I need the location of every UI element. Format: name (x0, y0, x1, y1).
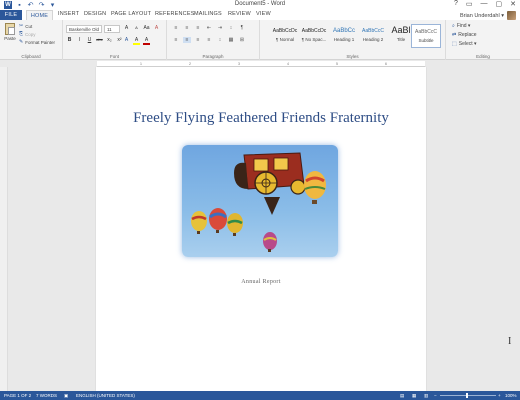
text-effects-icon[interactable]: A (123, 37, 130, 45)
word-count[interactable]: 7 WORDS (36, 393, 57, 398)
print-layout-icon[interactable]: ▦ (412, 393, 416, 399)
align-left-icon[interactable]: ≡ (172, 37, 180, 43)
avatar[interactable] (507, 11, 516, 20)
decrease-indent-icon[interactable]: ⇤ (205, 25, 213, 31)
zoom-in-icon[interactable]: + (498, 393, 501, 398)
title-bar: W ▪ ↶ ↷ ▾ Document5 - Word ? ▭ — ▢ ✕ (0, 0, 520, 10)
tab-view[interactable]: VIEW (256, 11, 271, 17)
find-icon: ⌕ (452, 23, 455, 29)
cut-button[interactable]: ✂ Cut (19, 23, 32, 29)
paintbrush-icon: ✎ (19, 39, 24, 45)
font-name-select[interactable]: Baskerville Old (66, 25, 102, 33)
change-case-icon[interactable]: Aa (143, 25, 150, 31)
tab-mailings[interactable]: MAILINGS (194, 11, 222, 17)
clear-formatting-icon[interactable]: A (153, 25, 160, 31)
balloon-illustration (191, 152, 326, 252)
window-controls: ? ▭ — ▢ ✕ (454, 0, 516, 8)
paragraph-tools-row1: ≡ ≡ ≡ ⇤ ⇥ ↕ ¶ (172, 25, 246, 31)
subscript-button[interactable]: x₂ (106, 37, 113, 43)
format-painter-button[interactable]: ✎ Format Painter (19, 39, 55, 45)
replace-button[interactable]: ⇄ Replace (452, 32, 477, 38)
stagecoach-balloons-image[interactable] (182, 145, 338, 257)
font-group: Baskerville Old 11 A A Aa A B I U abc x₂… (63, 20, 167, 60)
web-layout-icon[interactable]: ▥ (424, 393, 428, 399)
find-button[interactable]: ⌕ Find ▾ (452, 23, 470, 29)
tab-references[interactable]: REFERENCES (155, 11, 195, 17)
style-subtitle[interactable]: AaBbCcC Subtitle (411, 24, 441, 48)
tab-page-layout[interactable]: PAGE LAYOUT (111, 11, 151, 17)
zoom-level[interactable]: 100% (505, 393, 517, 398)
increase-indent-icon[interactable]: ⇥ (216, 25, 224, 31)
paste-button[interactable]: Paste (3, 23, 17, 45)
show-formatting-icon[interactable]: ¶ (238, 25, 246, 31)
document-subtitle[interactable]: Annual Report (96, 279, 426, 285)
minimize-icon[interactable]: — (481, 0, 488, 8)
editing-group-label: Editing (476, 54, 490, 59)
shading-icon[interactable]: ▦ (227, 37, 235, 43)
vertical-ruler[interactable] (0, 67, 8, 391)
paragraph-group-label: Paragraph (202, 54, 224, 59)
zoom-slider[interactable] (440, 393, 496, 398)
replace-icon: ⇄ (452, 32, 457, 38)
paragraph-group: ≡ ≡ ≡ ⇤ ⇥ ↕ ¶ ≡ ≡ ≡ ≡ ↕ ▦ ⊞ Paragraph (167, 20, 260, 60)
user-name: Brian Underdahl ▾ (459, 12, 504, 19)
zoom-slider-handle[interactable] (466, 393, 468, 398)
page-count[interactable]: PAGE 1 OF 2 (4, 393, 31, 398)
tab-file[interactable]: FILE (0, 10, 22, 20)
strikethrough-button[interactable]: abc (96, 37, 103, 43)
user-account[interactable]: Brian Underdahl ▾ (460, 11, 516, 20)
underline-button[interactable]: U (86, 37, 93, 43)
text-cursor-icon: I (508, 336, 512, 347)
window-title: Document5 - Word (234, 1, 286, 7)
font-color-tools: A A A (123, 37, 150, 45)
align-center-icon[interactable]: ≡ (183, 37, 191, 43)
borders-icon[interactable]: ⊞ (238, 37, 246, 43)
font-style-tools: B I U abc x₂ x² (66, 37, 123, 43)
help-icon[interactable]: ? (454, 0, 458, 8)
document-heading[interactable]: Freely Flying Feathered Friends Fraterni… (96, 110, 426, 127)
multilevel-list-icon[interactable]: ≡ (194, 25, 202, 31)
clipboard-group: Paste ✂ Cut ⎘ Copy ✎ Format Painter Clip… (0, 20, 63, 60)
copy-button[interactable]: ⎘ Copy (19, 31, 36, 37)
zoom-out-icon[interactable]: − (434, 393, 437, 398)
tab-design[interactable]: DESIGN (84, 11, 106, 17)
language-indicator[interactable]: ENGLISH (UNITED STATES) (76, 393, 135, 398)
font-color-icon[interactable]: A (143, 37, 150, 45)
bold-button[interactable]: B (66, 37, 73, 43)
styles-group-label: Styles (346, 54, 359, 59)
align-right-icon[interactable]: ≡ (194, 37, 202, 43)
read-mode-icon[interactable]: ▤ (400, 393, 404, 399)
bullets-icon[interactable]: ≡ (172, 25, 180, 31)
tab-review[interactable]: REVIEW (228, 11, 251, 17)
font-size-select[interactable]: 11 (104, 25, 120, 33)
superscript-button[interactable]: x² (116, 37, 123, 43)
copy-icon: ⎘ (19, 31, 24, 37)
justify-icon[interactable]: ≡ (205, 37, 213, 43)
line-spacing-icon[interactable]: ↕ (216, 37, 224, 43)
tab-insert[interactable]: INSERT (58, 11, 79, 17)
ribbon-display-icon[interactable]: ▭ (466, 0, 473, 8)
close-icon[interactable]: ✕ (510, 0, 516, 8)
grow-font-icon[interactable]: A (123, 25, 130, 31)
paste-icon (5, 23, 15, 35)
shrink-font-icon[interactable]: A (133, 25, 140, 31)
ribbon-tabs: FILE HOME INSERT DESIGN PAGE LAYOUT REFE… (0, 10, 520, 21)
styles-group: AaBbCcDc ¶ Normal AaBbCcDc ¶ No Spac... … (260, 20, 446, 60)
numbering-icon[interactable]: ≡ (183, 25, 191, 31)
font-size-tools: A A Aa A (123, 25, 160, 31)
proofing-icon[interactable]: ▣ (64, 393, 68, 399)
italic-button[interactable]: I (76, 37, 83, 43)
paragraph-tools-row2: ≡ ≡ ≡ ≡ ↕ ▦ ⊞ (172, 37, 246, 43)
highlight-icon[interactable]: A (133, 37, 140, 45)
select-button[interactable]: ⬚ Select ▾ (452, 41, 477, 47)
ribbon: Paste ✂ Cut ⎘ Copy ✎ Format Painter Clip… (0, 20, 520, 60)
font-group-label: Font (109, 54, 119, 59)
scissors-icon: ✂ (19, 23, 24, 29)
maximize-icon[interactable]: ▢ (496, 0, 503, 8)
sort-icon[interactable]: ↕ (227, 25, 235, 31)
clipboard-group-label: Clipboard (21, 54, 41, 59)
select-icon: ⬚ (452, 41, 457, 47)
document-page[interactable]: Freely Flying Feathered Friends Fraterni… (96, 67, 426, 391)
status-bar: PAGE 1 OF 2 7 WORDS ▣ ENGLISH (UNITED ST… (0, 391, 520, 400)
